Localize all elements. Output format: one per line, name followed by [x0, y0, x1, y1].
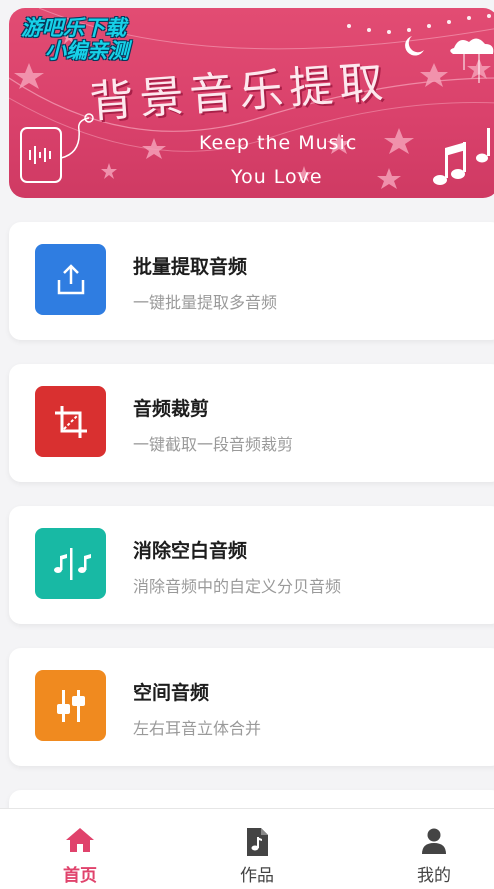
tab-mine[interactable]: 我的 [374, 809, 494, 889]
banner-subtitle-line2: You Love [231, 166, 323, 188]
equalizer-icon [35, 670, 106, 741]
feature-desc: 左右耳音立体合并 [133, 719, 262, 738]
person-icon [374, 827, 494, 857]
music-file-icon [197, 827, 317, 857]
feature-card-spatial-audio[interactable]: 空间音频 左右耳音立体合并 [9, 648, 494, 766]
feature-card-remove-silence[interactable]: 消除空白音频 消除音频中的自定义分贝音频 [9, 506, 494, 624]
watermark-line1: 游吧乐下载 [21, 16, 126, 40]
tab-works[interactable]: 作品 [197, 809, 317, 889]
split-notes-icon [35, 528, 106, 599]
banner[interactable]: 游吧乐下载 小编亲测 背景音乐提取 Keep the Music You Lov… [9, 8, 494, 198]
tab-works-label: 作品 [240, 866, 274, 886]
tab-mine-label: 我的 [417, 866, 451, 886]
banner-subtitle-line1: Keep the Music [199, 132, 358, 154]
watermark: 游吧乐下载 小编亲测 [21, 18, 129, 62]
bottom-tab-bar: 首页 作品 我的 [0, 808, 494, 889]
crop-icon [35, 386, 106, 457]
watermark-line2: 小编亲测 [45, 39, 129, 63]
feature-title: 批量提取音频 [133, 256, 248, 278]
feature-title: 消除空白音频 [133, 540, 248, 562]
feature-desc: 消除音频中的自定义分贝音频 [133, 577, 342, 596]
feature-title: 空间音频 [133, 682, 210, 704]
tab-home[interactable]: 首页 [20, 809, 140, 889]
feature-title: 音频裁剪 [133, 398, 210, 420]
tab-home-label: 首页 [63, 866, 97, 886]
feature-card-audio-crop[interactable]: 音频裁剪 一键截取一段音频裁剪 [9, 364, 494, 482]
feature-desc: 一键批量提取多音频 [133, 293, 278, 312]
feature-card-batch-extract[interactable]: 批量提取音频 一键批量提取多音频 [9, 222, 494, 340]
upload-icon [35, 244, 106, 315]
home-icon [20, 827, 140, 857]
feature-desc: 一键截取一段音频裁剪 [133, 435, 294, 454]
